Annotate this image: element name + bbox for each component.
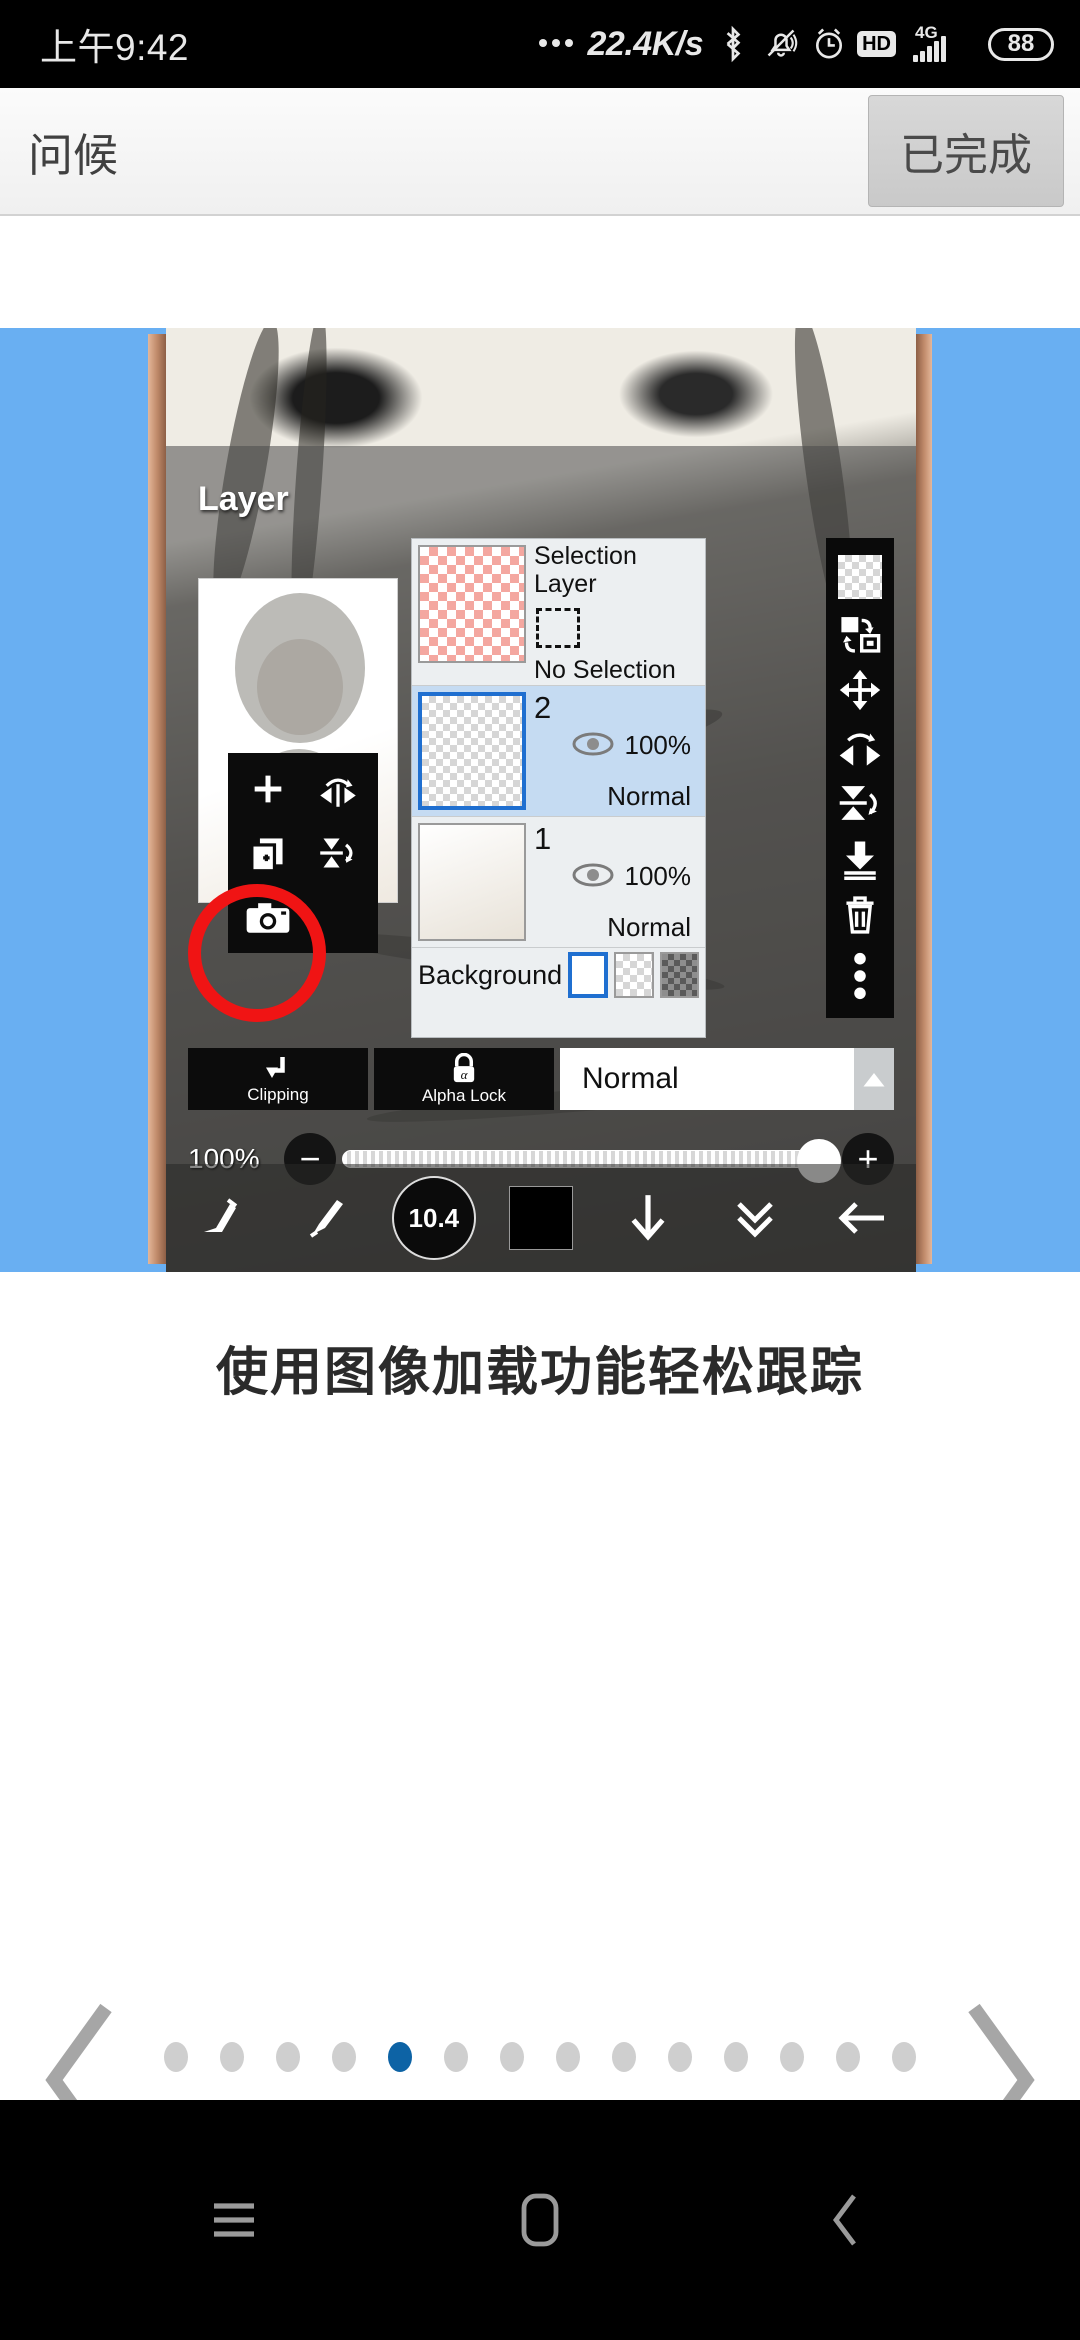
clipping-label: Clipping [247, 1084, 309, 1104]
bluetooth-icon [716, 25, 750, 63]
status-time: 上午9:42 [40, 27, 190, 68]
phone-bezel-right [916, 334, 932, 1264]
pager-dot-active[interactable] [388, 2042, 412, 2072]
delete-layer-icon[interactable] [839, 893, 881, 937]
app-title-bar: 问候 已完成 [0, 88, 1080, 216]
pager-dot[interactable] [836, 2042, 860, 2072]
blend-mode-value: Normal [582, 1062, 679, 1095]
recents-icon[interactable] [199, 2185, 269, 2255]
chevron-up-icon[interactable] [854, 1048, 894, 1110]
pager-dot[interactable] [220, 2042, 244, 2072]
selection-layer-status: No Selection [534, 656, 676, 684]
phone-mockup: Layer Selection Layer No Selection 2 100… [148, 328, 932, 1272]
flip-horizontal-icon[interactable] [838, 726, 882, 768]
mute-bell-icon [763, 25, 798, 63]
pager-dot[interactable] [892, 2042, 916, 2072]
overflow-dots-icon [538, 38, 573, 50]
brush-size-icon[interactable]: 10.4 [380, 1176, 487, 1260]
done-button[interactable]: 已完成 [868, 95, 1064, 207]
flip-vertical-icon[interactable] [308, 823, 368, 883]
alpha-lock-label: Alpha Lock [421, 1085, 507, 1105]
pager-dot[interactable] [164, 2042, 188, 2072]
merge-down-icon[interactable] [839, 838, 881, 880]
tutorial-caption: 使用图像加载功能轻松跟踪 [215, 1344, 864, 1402]
flip-vertical-icon[interactable] [838, 782, 882, 824]
brush-icon[interactable] [273, 1194, 380, 1242]
more-options-icon[interactable] [851, 951, 869, 1001]
swap-layers-icon[interactable] [838, 613, 882, 655]
home-icon[interactable] [505, 2185, 575, 2255]
clipping-button[interactable]: Clipping [188, 1048, 368, 1110]
pager-dot[interactable] [444, 2042, 468, 2072]
layer-opacity: 100% [624, 730, 692, 760]
selection-layer-name: Selection Layer [534, 542, 637, 598]
move-icon[interactable] [838, 668, 882, 712]
tutorial-image: Layer Selection Layer No Selection 2 100… [0, 328, 1080, 1272]
brush-size-value: 10.4 [391, 1176, 476, 1260]
pager-dot[interactable] [668, 2042, 692, 2072]
background-swatch-white[interactable] [568, 952, 609, 998]
layer-row[interactable]: 2 100% Normal [412, 686, 705, 817]
layer-opacity: 100% [624, 861, 692, 891]
battery-icon: 88 [988, 27, 1054, 61]
layer-list-panel[interactable]: Selection Layer No Selection 2 100% Norm… [411, 538, 706, 1038]
pager-dot[interactable] [276, 2042, 300, 2072]
pager-dot[interactable] [332, 2042, 356, 2072]
network-speed-label: 22.4K/s [587, 24, 704, 63]
selection-layer-thumbnail [418, 545, 526, 663]
layer-panel-title: Layer [198, 480, 289, 518]
background-swatch-dark[interactable] [659, 952, 699, 998]
pager-dots[interactable] [0, 2042, 1080, 2072]
background-swatch-transparent[interactable] [614, 952, 654, 998]
blend-mode-select[interactable]: Normal [560, 1048, 894, 1110]
pager-dot[interactable] [556, 2042, 580, 2072]
layer-bottom-controls[interactable]: Clipping α Alpha Lock Normal [188, 1048, 894, 1110]
layer-thumbnail [418, 823, 526, 941]
status-icons: 22.4K/s HD 4G 88 [538, 23, 1054, 64]
flip-horizontal-icon[interactable] [308, 759, 368, 819]
alarm-clock-icon [810, 25, 844, 63]
alpha-lock-button[interactable]: α Alpha Lock [374, 1048, 554, 1110]
svg-text:α: α [461, 1067, 469, 1082]
pager-dot[interactable] [500, 2042, 524, 2072]
back-icon[interactable] [809, 1196, 916, 1240]
hd-icon: HD [857, 31, 896, 57]
checkerboard-icon[interactable] [838, 554, 882, 599]
layer-visibility-icon[interactable] [572, 732, 614, 756]
layer-side-toolbar[interactable] [826, 538, 894, 1018]
phone-bezel-left [148, 334, 166, 1264]
highlight-ring [188, 884, 326, 1022]
layer-name: 1 [534, 821, 552, 856]
canvas-toolbar[interactable]: 10.4 [166, 1164, 916, 1272]
layer-name: 2 [534, 690, 552, 725]
selection-layer-row[interactable]: Selection Layer No Selection [412, 539, 705, 686]
marquee-icon [536, 608, 580, 648]
back-icon[interactable] [811, 2185, 881, 2255]
pager-dot[interactable] [724, 2042, 748, 2072]
layer-blend-mode: Normal [607, 912, 691, 942]
layer-thumbnail [418, 692, 526, 810]
layer-row[interactable]: 1 100% Normal [412, 817, 705, 948]
page-title: 问候 [28, 129, 119, 181]
battery-level-label: 88 [1007, 30, 1035, 57]
phone-screen: Layer Selection Layer No Selection 2 100… [166, 328, 916, 1272]
pager-dot[interactable] [612, 2042, 636, 2072]
duplicate-layer-icon[interactable] [238, 823, 298, 883]
layer-blend-mode: Normal [607, 781, 691, 811]
background-label: Background [418, 959, 563, 990]
layer-visibility-icon[interactable] [572, 863, 614, 887]
background-row[interactable]: Background [412, 948, 705, 1002]
android-nav-bar[interactable] [0, 2100, 1080, 2340]
4g-signal-icon: 4G [909, 23, 975, 63]
collapse-icon[interactable] [702, 1196, 809, 1240]
color-swatch-icon[interactable] [487, 1186, 594, 1250]
eraser-icon[interactable] [166, 1194, 273, 1242]
download-icon[interactable] [595, 1191, 702, 1245]
status-bar: 上午9:42 22.4K/s HD 4G 88 [0, 0, 1080, 88]
pager-dot[interactable] [780, 2042, 804, 2072]
add-layer-icon[interactable] [238, 759, 298, 819]
